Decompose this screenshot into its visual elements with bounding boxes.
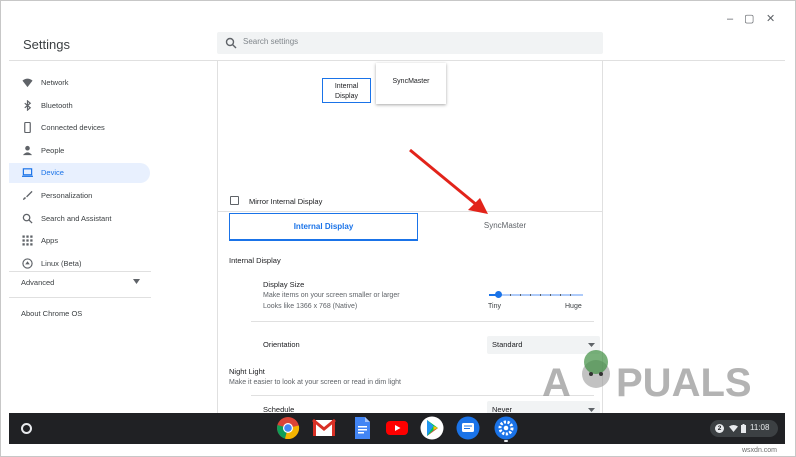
laptop-icon — [22, 168, 33, 177]
settings-icon[interactable] — [494, 416, 518, 440]
sidebar-divider — [9, 271, 151, 272]
external-display-tile[interactable]: SyncMaster — [376, 63, 446, 104]
orientation-select-value: Standard — [492, 340, 523, 349]
orientation-label: Orientation — [263, 340, 300, 349]
bluetooth-icon — [24, 100, 32, 111]
slider-tick — [560, 294, 561, 296]
schedule-select-value: Never — [492, 405, 513, 413]
clock: 11:08 — [750, 423, 770, 432]
launcher-button[interactable] — [21, 423, 32, 434]
slider-tick — [510, 294, 511, 296]
appuals-watermark: A PUALS — [542, 350, 752, 405]
sidebar-item-label: Personalization — [41, 191, 93, 200]
sidebar-item-label: Bluetooth — [41, 101, 73, 110]
linux-icon — [22, 258, 33, 269]
wifi-icon — [22, 78, 33, 88]
display-size-title: Display Size — [263, 280, 305, 289]
app-title: Settings — [23, 37, 70, 52]
caret-down-icon — [588, 343, 595, 347]
sidebar-item-connected-devices[interactable]: Connected devices — [9, 118, 150, 138]
site-credit: wsxdn.com — [742, 447, 778, 454]
sidebar-item-label: Device — [41, 168, 64, 177]
internal-display-tile-line1: Internal — [334, 83, 359, 90]
play-store-icon[interactable] — [420, 416, 444, 440]
docs-icon[interactable] — [350, 416, 374, 440]
messages-icon[interactable] — [456, 416, 480, 440]
slider-max-label: Huge — [565, 303, 582, 310]
search-icon — [225, 37, 237, 49]
sidebar-item-label: Connected devices — [41, 123, 105, 132]
search-placeholder: Search settings — [243, 37, 299, 46]
sidebar-item-people[interactable]: People — [9, 141, 150, 161]
sidebar-item-label: Network — [41, 78, 69, 87]
chevron-down-icon[interactable] — [133, 279, 140, 284]
battery-icon — [741, 424, 746, 433]
night-light-description: Make it easier to look at your screen or… — [229, 379, 401, 386]
tab-internal-display-label: Internal Display — [293, 222, 354, 231]
sidebar-item-apps[interactable]: Apps — [9, 231, 150, 251]
sidebar-divider — [9, 297, 151, 298]
caret-down-icon — [588, 408, 595, 412]
phone-icon — [24, 122, 31, 133]
watermark-text: PUALS — [616, 361, 752, 405]
maximize-icon[interactable]: ▢ — [744, 13, 754, 25]
display-size-resolution: Looks like 1366 x 768 (Native) — [263, 303, 358, 310]
annotation-arrow — [409, 148, 488, 214]
sidebar-item-personalization[interactable]: Personalization — [9, 186, 150, 206]
section-title: Internal Display — [229, 256, 281, 265]
night-light-title: Night Light — [229, 367, 265, 376]
slider-tick — [550, 294, 551, 296]
close-icon[interactable]: ✕ — [766, 13, 775, 25]
sidebar: Network Bluetooth Connected devices Peop… — [9, 61, 217, 413]
chrome-icon[interactable] — [276, 416, 300, 440]
sidebar-item-label: People — [41, 146, 65, 155]
display-size-description: Make items on your screen smaller or lar… — [263, 292, 400, 299]
sidebar-item-label: Apps — [41, 236, 59, 245]
slider-thumb[interactable] — [495, 291, 502, 298]
apps-grid-icon — [22, 235, 33, 246]
wifi-icon — [729, 425, 738, 432]
sidebar-item-bluetooth[interactable]: Bluetooth — [9, 96, 150, 116]
internal-display-tile-line2: Display — [335, 93, 358, 100]
search-input[interactable]: Search settings — [217, 32, 603, 54]
slider-tick — [530, 294, 531, 296]
slider-tick — [520, 294, 521, 296]
sidebar-item-device[interactable]: Device — [9, 163, 150, 183]
internal-display-tile[interactable]: Internal Display — [322, 78, 371, 103]
gmail-icon[interactable] — [312, 416, 336, 440]
slider-tick — [540, 294, 541, 296]
row-divider — [251, 321, 594, 322]
display-size-slider[interactable] — [489, 294, 583, 296]
system-tray[interactable]: 2 11:08 — [710, 420, 778, 437]
sidebar-item-label: Linux (Beta) — [41, 259, 82, 268]
mirror-display-checkbox[interactable] — [230, 196, 239, 205]
sidebar-item-search-assistant[interactable]: Search and Assistant — [9, 209, 150, 229]
advanced-toggle[interactable]: Advanced — [21, 278, 54, 287]
notification-badge: 2 — [715, 424, 724, 433]
youtube-icon[interactable] — [385, 416, 409, 440]
minimize-icon[interactable]: – — [727, 13, 733, 25]
mirror-display-label: Mirror Internal Display — [249, 197, 323, 206]
schedule-label: Schedule — [263, 405, 295, 413]
tab-internal-display[interactable]: Internal Display — [229, 213, 418, 241]
search-icon — [22, 213, 33, 224]
slider-min-label: Tiny — [488, 303, 501, 310]
sidebar-item-label: Search and Assistant — [41, 214, 112, 223]
brush-icon — [22, 190, 33, 201]
sidebar-item-network[interactable]: Network — [9, 73, 150, 93]
slider-tick — [570, 294, 571, 296]
watermark-letter-a: A — [542, 361, 571, 405]
active-app-indicator — [504, 440, 508, 442]
person-icon — [22, 145, 33, 156]
shelf: 2 11:08 — [9, 413, 785, 444]
about-chrome-os-link[interactable]: About Chrome OS — [21, 309, 82, 318]
